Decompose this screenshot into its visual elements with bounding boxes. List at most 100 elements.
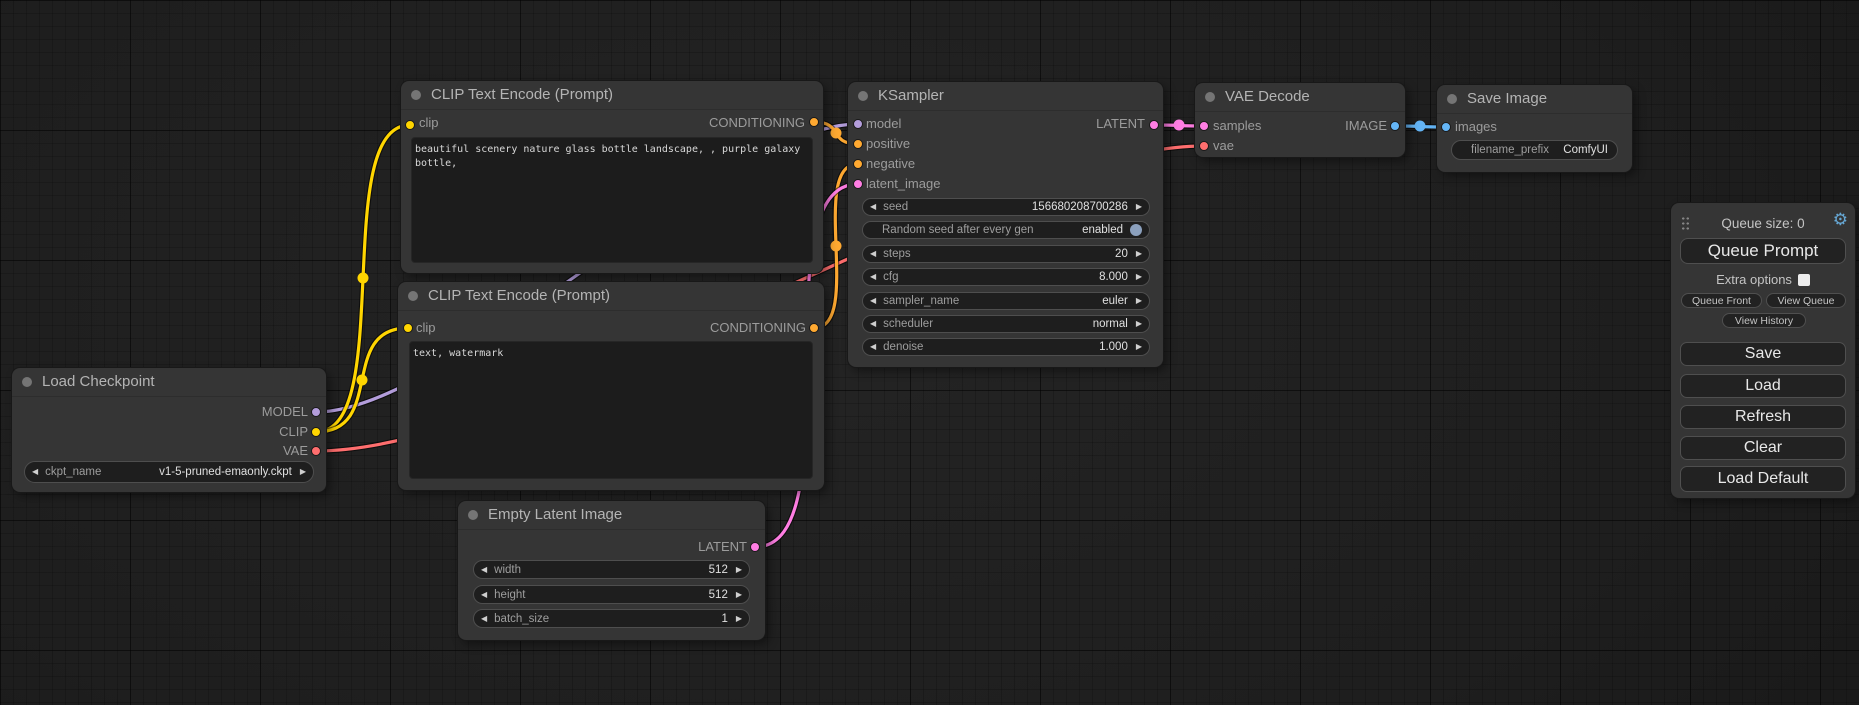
queue-size-label: Queue size: 0 [1671,216,1855,231]
node-load-checkpoint[interactable]: Load Checkpoint MODEL CLIP VAE ◀ ckpt_na… [12,368,326,492]
widget-value: 8.000 [1099,271,1128,283]
widget-value: 20 [1115,248,1128,260]
increment-arrow-icon[interactable]: ▶ [736,566,742,574]
link-dot-clip-2 [357,375,368,386]
random-seed-widget[interactable]: Random seed after every gen enabled [862,221,1150,239]
refresh-button[interactable]: Refresh [1680,405,1846,429]
ckpt-name-widget[interactable]: ◀ ckpt_name v1-5-pruned-emaonly.ckpt ▶ [24,461,314,483]
node-graph-canvas[interactable]: Load Checkpoint MODEL CLIP VAE ◀ ckpt_na… [0,0,1859,705]
output-label-vae: VAE [283,443,308,459]
save-button[interactable]: Save [1680,342,1846,366]
clear-button[interactable]: Clear [1680,436,1846,460]
output-label-latent: LATENT [1096,116,1145,132]
load-button[interactable]: Load [1680,374,1846,398]
decrement-arrow-icon[interactable]: ◀ [870,320,876,328]
collapse-dot-icon[interactable] [22,377,32,387]
collapse-dot-icon[interactable] [858,91,868,101]
denoise-widget[interactable]: ◀ denoise 1.000 ▶ [862,338,1150,356]
positive-prompt-textarea[interactable]: beautiful scenery nature glass bottle la… [411,137,813,263]
height-widget[interactable]: ◀ height 512 ▶ [473,585,750,604]
node-title-bar[interactable]: CLIP Text Encode (Prompt) [398,282,824,311]
increment-arrow-icon[interactable]: ▶ [1136,250,1142,258]
queue-front-button[interactable]: Queue Front [1681,293,1762,308]
decrement-arrow-icon[interactable]: ◀ [32,468,38,476]
load-default-button[interactable]: Load Default [1680,466,1846,492]
collapse-dot-icon[interactable] [1205,92,1215,102]
batch-size-widget[interactable]: ◀ batch_size 1 ▶ [473,609,750,628]
widget-label: Random seed after every gen [882,224,1034,236]
widget-value: 156680208700286 [1032,201,1128,213]
input-label-samples: samples [1213,118,1261,134]
input-label-clip: clip [416,320,436,336]
input-label-latent-image: latent_image [866,176,940,192]
increment-arrow-icon[interactable]: ▶ [1136,320,1142,328]
increment-arrow-icon[interactable]: ▶ [1136,343,1142,351]
decrement-arrow-icon[interactable]: ◀ [870,250,876,258]
increment-arrow-icon[interactable]: ▶ [736,591,742,599]
steps-widget[interactable]: ◀ steps 20 ▶ [862,245,1150,263]
node-ksampler[interactable]: KSampler model LATENT positive negative … [848,82,1163,367]
seed-widget[interactable]: ◀ seed 156680208700286 ▶ [862,198,1150,216]
node-title: KSampler [878,87,944,104]
decrement-arrow-icon[interactable]: ◀ [870,297,876,305]
widget-value: ComfyUI [1563,144,1608,156]
output-label-image: IMAGE [1345,118,1387,134]
wire-clip-negative-outline [316,328,408,432]
increment-arrow-icon[interactable]: ▶ [1136,203,1142,211]
gear-icon[interactable]: ⚙ [1833,211,1848,228]
random-seed-toggle-icon[interactable] [1130,224,1142,236]
widget-label: sampler_name [883,295,959,307]
decrement-arrow-icon[interactable]: ◀ [481,591,487,599]
node-empty-latent-image[interactable]: Empty Latent Image LATENT ◀ width 512 ▶ … [458,501,765,640]
link-dot-clip-1 [358,273,369,284]
decrement-arrow-icon[interactable]: ◀ [870,343,876,351]
queue-prompt-button[interactable]: Queue Prompt [1680,238,1846,264]
node-title-bar[interactable]: Empty Latent Image [458,501,765,530]
sampler-name-widget[interactable]: ◀ sampler_name euler ▶ [862,292,1150,310]
negative-prompt-textarea[interactable]: text, watermark [409,341,813,479]
increment-arrow-icon[interactable]: ▶ [300,468,306,476]
increment-arrow-icon[interactable]: ▶ [736,615,742,623]
decrement-arrow-icon[interactable]: ◀ [870,203,876,211]
width-widget[interactable]: ◀ width 512 ▶ [473,560,750,579]
widget-label: ckpt_name [45,466,101,478]
node-title: Save Image [1467,90,1547,107]
node-vae-decode[interactable]: VAE Decode samples IMAGE vae [1195,83,1405,157]
widget-value: 1.000 [1099,341,1128,353]
input-label-vae: vae [1213,138,1234,154]
widget-label: scheduler [883,318,933,330]
collapse-dot-icon[interactable] [468,510,478,520]
link-dot-conditioning-2 [831,241,842,252]
node-title-bar[interactable]: CLIP Text Encode (Prompt) [401,81,823,110]
node-clip-text-encode-positive[interactable]: CLIP Text Encode (Prompt) clip CONDITION… [401,81,823,273]
decrement-arrow-icon[interactable]: ◀ [481,615,487,623]
collapse-dot-icon[interactable] [408,291,418,301]
extra-options-checkbox[interactable] [1798,274,1810,286]
input-label-model: model [866,116,901,132]
queue-panel[interactable]: Queue size: 0 ⚙ Queue Prompt Extra optio… [1671,203,1855,498]
node-title-bar[interactable]: VAE Decode [1195,83,1405,112]
node-title-bar[interactable]: KSampler [848,82,1163,111]
scheduler-widget[interactable]: ◀ scheduler normal ▶ [862,315,1150,333]
widget-value: 512 [709,564,728,576]
filename-prefix-widget[interactable]: filename_prefix ComfyUI [1451,140,1618,160]
widget-value: normal [1093,318,1128,330]
increment-arrow-icon[interactable]: ▶ [1136,297,1142,305]
collapse-dot-icon[interactable] [1447,94,1457,104]
view-history-button[interactable]: View History [1722,313,1806,328]
output-label-latent: LATENT [698,539,747,555]
widget-value: 512 [709,589,728,601]
decrement-arrow-icon[interactable]: ◀ [481,566,487,574]
widget-label: height [494,589,525,601]
view-queue-button[interactable]: View Queue [1766,293,1846,308]
node-title-bar[interactable]: Save Image [1437,85,1632,114]
node-save-image[interactable]: Save Image images filename_prefix ComfyU… [1437,85,1632,172]
increment-arrow-icon[interactable]: ▶ [1136,273,1142,281]
decrement-arrow-icon[interactable]: ◀ [870,273,876,281]
collapse-dot-icon[interactable] [411,90,421,100]
link-dot-latent-out [1174,120,1185,131]
input-label-clip: clip [419,115,439,131]
cfg-widget[interactable]: ◀ cfg 8.000 ▶ [862,268,1150,286]
node-title-bar[interactable]: Load Checkpoint [12,368,326,397]
node-clip-text-encode-negative[interactable]: CLIP Text Encode (Prompt) clip CONDITION… [398,282,824,490]
